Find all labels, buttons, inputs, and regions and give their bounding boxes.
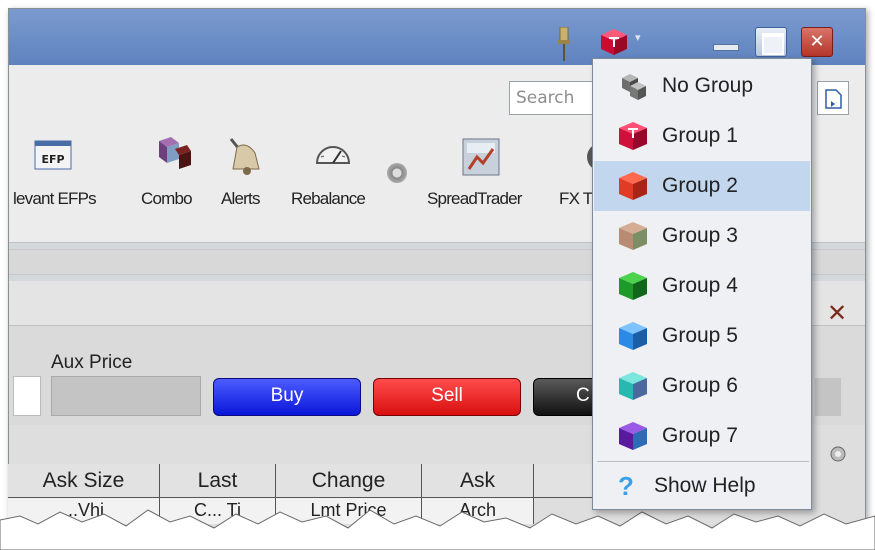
help-icon: ?: [618, 471, 634, 501]
spreadtrader-icon: [462, 138, 500, 176]
menu-item-group-3[interactable]: Group 3: [594, 211, 810, 261]
title-bar: ▾ ✕: [9, 9, 865, 65]
menu-item-label: Group 1: [662, 124, 738, 147]
panel-close-icon[interactable]: ✕: [827, 299, 847, 327]
group-3-cube-icon: [619, 222, 647, 250]
column-header-extra[interactable]: [534, 464, 594, 498]
bell-icon: [229, 138, 260, 175]
tool-combo-label: Combo: [141, 189, 193, 208]
gauge-icon: [315, 146, 351, 164]
settings-dot-icon[interactable]: [387, 163, 407, 183]
buy-button[interactable]: Buy: [213, 378, 361, 416]
column-header-last[interactable]: Last: [160, 464, 276, 498]
menu-separator: [597, 461, 809, 462]
tool-rebalance-button[interactable]: [313, 135, 353, 175]
column-header-ask[interactable]: Ask: [422, 464, 534, 498]
dropdown-arrow-icon[interactable]: ▾: [635, 31, 641, 44]
column-header-change[interactable]: Change: [276, 464, 422, 498]
menu-item-show-help[interactable]: ? Show Help: [594, 463, 810, 509]
group-4-cube-icon: [619, 272, 647, 300]
efp-icon: EFP: [34, 140, 72, 170]
menu-item-group-6[interactable]: Group 6: [594, 361, 810, 411]
menu-item-group-7[interactable]: Group 7: [594, 411, 810, 461]
aux-price-label: Aux Price: [51, 352, 133, 373]
tool-fx-label: FX T: [559, 189, 593, 208]
menu-item-label: Group 7: [662, 424, 738, 447]
menu-item-group-5[interactable]: Group 5: [594, 311, 810, 361]
menu-item-label: No Group: [662, 74, 754, 97]
menu-item-label: Group 6: [662, 374, 738, 397]
menu-item-group-2[interactable]: Group 2: [594, 161, 810, 211]
tool-alerts-label: Alerts: [221, 189, 260, 208]
menu-item-label: Group 5: [662, 324, 738, 347]
group-6-cube-icon: [619, 372, 647, 400]
price-field[interactable]: [13, 376, 41, 416]
menu-item-group-4[interactable]: Group 4: [594, 261, 810, 311]
tool-efp-button[interactable]: EFP: [33, 135, 73, 179]
close-button[interactable]: ✕: [801, 27, 833, 57]
group-1-cube-icon: [619, 122, 647, 150]
maximize-button[interactable]: [755, 27, 787, 57]
order-field-right[interactable]: [815, 378, 841, 416]
group-cube-icon[interactable]: [599, 27, 629, 57]
menu-item-label: Group 3: [662, 224, 738, 247]
menu-item-label: Show Help: [654, 474, 756, 497]
tool-efp-label: levant EFPs: [13, 189, 97, 208]
tool-combo-button[interactable]: [149, 135, 193, 179]
menu-item-label: Group 2: [662, 174, 738, 197]
tool-spreadtrader-button[interactable]: [459, 135, 503, 183]
menu-item-no-group[interactable]: No Group: [594, 61, 810, 111]
sell-button[interactable]: Sell: [373, 378, 521, 416]
group-5-cube-icon: [619, 322, 647, 350]
no-group-icon: [622, 74, 646, 100]
tool-spreadtrader-label: SpreadTrader: [427, 189, 522, 208]
menu-item-label: Group 4: [662, 274, 738, 297]
new-window-button[interactable]: [817, 81, 849, 115]
pin-icon[interactable]: [557, 27, 571, 61]
minimize-button[interactable]: [709, 27, 741, 57]
svg-text:EFP: EFP: [41, 153, 64, 166]
group-2-cube-icon: [619, 172, 647, 200]
settings-wheel-icon[interactable]: [829, 445, 847, 463]
tool-rebalance-label: Rebalance: [291, 189, 366, 208]
combo-cubes-icon: [159, 137, 191, 169]
group-7-cube-icon: [619, 422, 647, 450]
aux-price-field[interactable]: [51, 376, 201, 416]
document-icon: [825, 89, 842, 109]
column-header-ask-size[interactable]: Ask Size: [8, 464, 160, 498]
menu-item-group-1[interactable]: Group 1: [594, 111, 810, 161]
tool-alerts-button[interactable]: [225, 135, 265, 183]
group-dropdown-menu: No Group Group 1 Group 2 Group 3 Group 4…: [592, 58, 812, 510]
